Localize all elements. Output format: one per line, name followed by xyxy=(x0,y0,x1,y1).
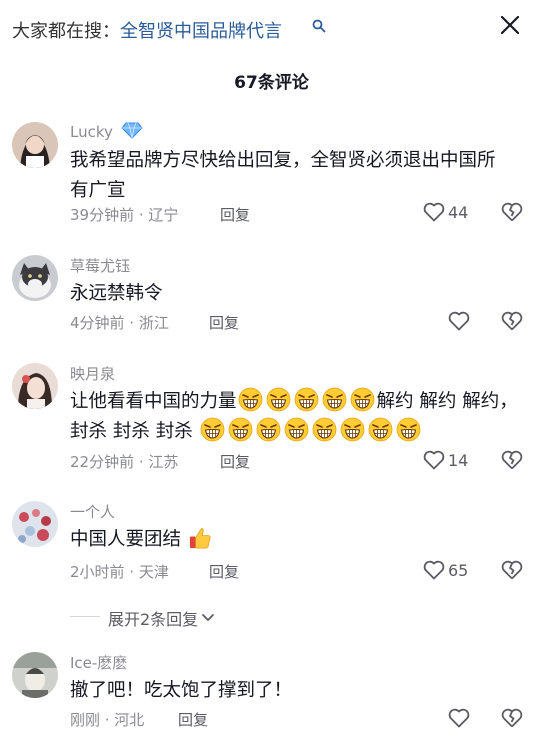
like-count: 44 xyxy=(448,202,469,222)
like-button[interactable]: 44 xyxy=(423,202,468,222)
angry-grin-emoji xyxy=(322,387,347,412)
broken-heart-icon[interactable] xyxy=(501,202,523,222)
reply-button[interactable]: 回复 xyxy=(209,561,239,582)
username[interactable]: 一个人 xyxy=(70,501,115,522)
angry-grin-emoji xyxy=(238,387,263,412)
like-button[interactable]: 14 xyxy=(423,450,468,470)
angry-grin-emoji xyxy=(294,387,319,412)
comment-time-location: 39分钟前 · 辽宁 xyxy=(70,206,179,224)
angry-grin-emoji xyxy=(350,387,375,412)
angry-grin-emoji xyxy=(256,417,281,442)
thumbs-up-emoji xyxy=(190,528,211,549)
username[interactable]: Lucky xyxy=(70,122,143,141)
search-icon[interactable] xyxy=(312,19,326,33)
comment-count-title: 67条评论 xyxy=(234,73,309,93)
avatar[interactable] xyxy=(12,501,58,547)
like-count: 65 xyxy=(448,560,469,580)
heart-icon xyxy=(423,560,445,580)
angry-grin-emoji xyxy=(340,417,365,442)
comment-time-location: 2小时前 · 天津 xyxy=(70,563,169,581)
angry-grin-emoji xyxy=(228,417,253,442)
comment-text: 永远禁韩令 xyxy=(70,283,163,304)
top-bar: 大家都在搜：全智贤中国品牌代言 xyxy=(0,0,543,56)
broken-heart-icon[interactable] xyxy=(501,708,523,728)
like-button[interactable]: 65 xyxy=(423,560,468,580)
reply-button[interactable]: 回复 xyxy=(220,451,250,472)
chevron-down-icon xyxy=(202,614,215,622)
angry-grin-emoji xyxy=(284,417,309,442)
angry-grin-emoji xyxy=(396,417,421,442)
avatar[interactable] xyxy=(12,652,58,698)
reply-button[interactable]: 回复 xyxy=(209,312,239,333)
heart-icon xyxy=(448,708,470,728)
heart-icon xyxy=(423,202,445,222)
angry-grin-emoji xyxy=(266,387,291,412)
angry-grin-emoji xyxy=(200,417,225,442)
comment-time-location: 刚刚 · 河北 xyxy=(70,711,145,729)
comment-text: 我希望品牌方尽快给出回复，全智贤必须退出中国所有广宣 xyxy=(70,150,496,201)
heart-icon xyxy=(448,311,470,331)
like-count: 14 xyxy=(448,450,469,470)
comment-text: 让他看看中国的力量 解约 解约 解约，封杀 封杀 封杀 xyxy=(70,387,525,447)
broken-heart-icon[interactable] xyxy=(501,560,523,580)
emoji-group xyxy=(237,387,377,412)
expand-divider xyxy=(70,616,100,617)
avatar[interactable] xyxy=(12,122,58,168)
avatar[interactable] xyxy=(12,363,58,409)
angry-grin-emoji xyxy=(312,417,337,442)
like-button[interactable] xyxy=(448,311,470,331)
reply-button[interactable]: 回复 xyxy=(178,709,208,730)
trending-search-prefix: 大家都在搜： xyxy=(12,21,120,42)
trending-search[interactable]: 大家都在搜：全智贤中国品牌代言 xyxy=(12,17,282,43)
expand-replies-button[interactable]: 展开2条回复 xyxy=(108,606,215,630)
comment-text: 中国人要团结 xyxy=(70,525,510,555)
reply-button[interactable]: 回复 xyxy=(220,204,250,225)
avatar[interactable] xyxy=(12,255,58,301)
trending-search-query[interactable]: 全智贤中国品牌代言 xyxy=(120,21,282,42)
comment-time-location: 4分钟前 · 浙江 xyxy=(70,314,169,332)
username[interactable]: 映月泉 xyxy=(70,363,115,384)
username[interactable]: 草莓尤钰 xyxy=(70,255,130,276)
heart-icon xyxy=(423,450,445,470)
broken-heart-icon[interactable] xyxy=(501,311,523,331)
username[interactable]: Ice-麽麽 xyxy=(70,652,127,673)
close-icon[interactable] xyxy=(497,12,523,38)
emoji-group xyxy=(199,417,423,442)
broken-heart-icon[interactable] xyxy=(501,450,523,470)
comment-text: 撤了吧！吃太饱了撑到了！ xyxy=(70,680,293,701)
comment-time-location: 22分钟前 · 江苏 xyxy=(70,453,179,471)
like-button[interactable] xyxy=(448,708,470,728)
diamond-icon xyxy=(121,122,143,139)
angry-grin-emoji xyxy=(368,417,393,442)
